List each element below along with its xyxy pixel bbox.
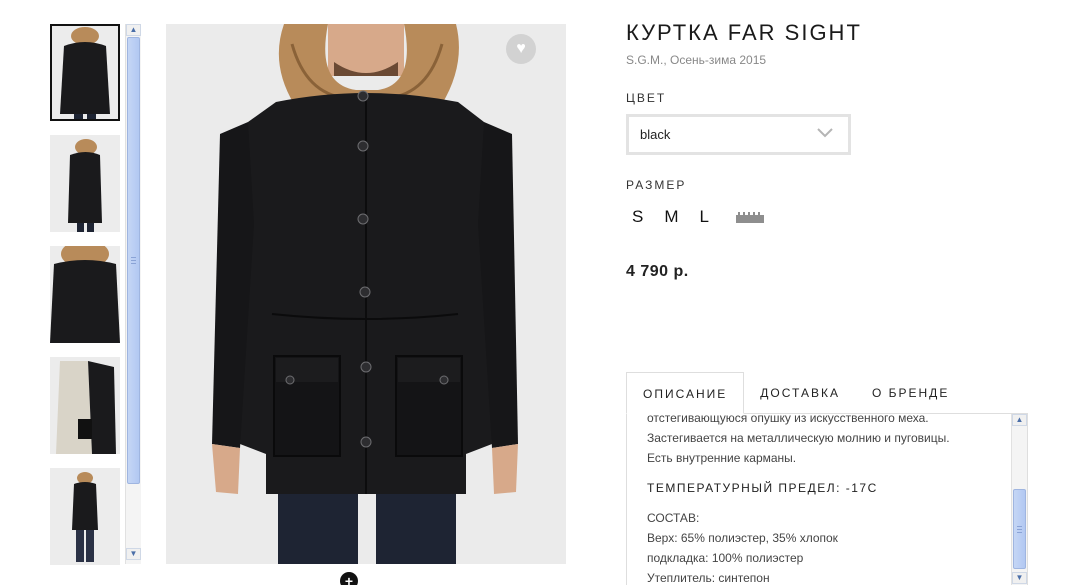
size-option-s[interactable]: S	[632, 207, 643, 227]
thumbnail-image	[50, 357, 120, 454]
thumbnail-scrollbar[interactable]: ▲ ▼	[125, 24, 141, 564]
thumbnail-strip	[50, 24, 122, 569]
composition-line: подкладка: 100% полиэстер	[647, 551, 804, 565]
main-product-image[interactable]: ♥	[166, 24, 566, 564]
description-line: отстегивающуюся опушку из искусственного…	[647, 413, 929, 425]
composition-line: Верх: 65% полиэстер, 35% хлопок	[647, 531, 838, 545]
scroll-down-icon[interactable]: ▼	[1012, 572, 1027, 584]
thumbnail-side[interactable]	[50, 135, 120, 232]
color-select[interactable]: black	[626, 114, 851, 155]
ruler-icon[interactable]	[735, 211, 764, 223]
tab-delivery[interactable]: ДОСТАВКА	[744, 372, 856, 414]
composition-line: Утеплитель: синтепон	[647, 571, 770, 585]
chevron-down-icon	[817, 128, 833, 138]
description-scrollbar[interactable]: ▲ ▼	[1011, 414, 1027, 585]
thumbnail-image	[50, 246, 120, 343]
thumbnail-front[interactable]	[50, 24, 120, 121]
favorite-button[interactable]: ♥	[506, 34, 536, 64]
thumbnail-full[interactable]	[50, 468, 120, 565]
size-label: РАЗМЕР	[626, 178, 687, 192]
thumbnail-detail[interactable]	[50, 246, 120, 343]
jacket-photo	[166, 24, 566, 564]
thumbnail-image	[50, 135, 120, 232]
scroll-up-icon[interactable]: ▲	[126, 24, 141, 36]
temperature-limit: ТЕМПЕРАТУРНЫЙ ПРЕДЕЛ: -17С	[647, 481, 878, 495]
scrollbar-thumb[interactable]	[1013, 489, 1026, 569]
description-line: Есть внутренние карманы.	[647, 451, 797, 465]
description-panel: отстегивающуюся опушку из искусственного…	[626, 413, 1028, 585]
color-select-value: black	[640, 127, 671, 142]
info-tabs: ОПИСАНИЕ ДОСТАВКА О БРЕНДЕ	[626, 372, 965, 414]
scroll-up-icon[interactable]: ▲	[1012, 414, 1027, 426]
size-options: S M L	[632, 207, 764, 227]
thumbnail-image	[50, 24, 120, 121]
scroll-down-icon[interactable]: ▼	[126, 548, 141, 560]
thumbnail-lining[interactable]	[50, 357, 120, 454]
description-line: Застегивается на металлическую молнию и …	[647, 431, 950, 445]
plus-circle-icon[interactable]: +	[340, 572, 358, 585]
scrollbar-thumb[interactable]	[127, 37, 140, 484]
heart-icon: ♥	[516, 40, 526, 57]
product-title: КУРТКА FAR SIGHT	[626, 20, 862, 45]
size-option-m[interactable]: M	[664, 207, 678, 227]
tab-description[interactable]: ОПИСАНИЕ	[626, 372, 745, 414]
size-option-l[interactable]: L	[700, 207, 709, 227]
description-content: отстегивающуюся опушку из искусственного…	[647, 413, 1002, 585]
thumbnail-image	[50, 468, 120, 565]
tab-about-brand[interactable]: О БРЕНДЕ	[856, 372, 965, 414]
color-label: ЦВЕТ	[626, 91, 667, 105]
product-price: 4 790 р.	[626, 263, 689, 280]
composition-title: СОСТАВ:	[647, 511, 700, 525]
product-brand-season: S.G.M., Осень-зима 2015	[626, 53, 767, 67]
